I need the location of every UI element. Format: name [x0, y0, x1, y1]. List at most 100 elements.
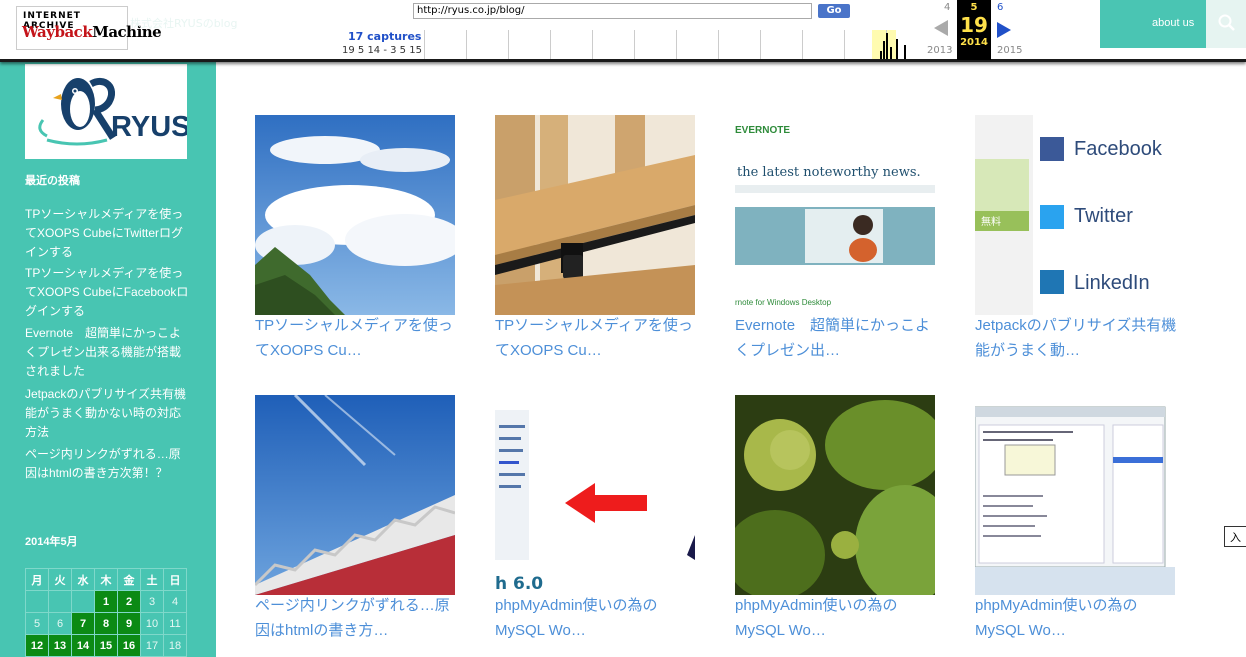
svg-text:EVERNOTE: EVERNOTE	[735, 125, 790, 136]
calendar-day: 3	[140, 590, 164, 613]
post-thumbnail-evernote[interactable]: EVERNOTE the latest noteworthy news. rno…	[735, 115, 935, 315]
calendar-day-link[interactable]: 14	[71, 634, 95, 657]
calendar-day	[48, 590, 72, 613]
recent-post-link[interactable]: ページ内リンクがずれる…原因はhtmlの書き方次第！？	[25, 445, 190, 483]
calendar: 月火水木金土日 1 2 3 4 5 6 7 8 9 10 11 12 13 14 15 16 17 18	[25, 568, 187, 657]
site-logo[interactable]: RYUS	[25, 64, 191, 159]
calendar-day-link[interactable]: 2	[117, 590, 141, 613]
wayback-next-month[interactable]: 6	[997, 2, 1003, 13]
wayback-url-input[interactable]: http://ryus.co.jp/blog/	[413, 3, 812, 19]
calendar-day-link[interactable]: 9	[117, 612, 141, 635]
sparkline-divider	[550, 30, 551, 59]
post-title-link[interactable]: phpMyAdmin使いの為のMySQL Wo…	[975, 593, 1180, 643]
calendar-weekday: 火	[48, 568, 72, 591]
calendar-day: 10	[140, 612, 164, 635]
wayback-current-year: 2014	[960, 37, 988, 48]
calendar-day: 18	[163, 634, 187, 657]
wayback-toolbar: INTERNET ARCHIVE WaybackMachine http://r…	[0, 0, 1246, 62]
calendar-day-link[interactable]: 1	[94, 590, 118, 613]
sparkline-bar	[883, 41, 885, 59]
wayback-prev-arrow-icon[interactable]	[934, 20, 948, 36]
wayback-current-day: 19	[960, 13, 988, 37]
post-thumbnail-fruit[interactable]	[735, 395, 935, 595]
sparkline-divider	[676, 30, 677, 59]
calendar-day: 4	[163, 590, 187, 613]
svg-text:無料: 無料	[981, 215, 1001, 228]
sparkline-divider	[844, 30, 845, 59]
svg-text:the latest noteworthy news.: the latest noteworthy news.	[737, 165, 921, 180]
calendar-day-link[interactable]: 16	[117, 634, 141, 657]
post-title-link[interactable]: ページ内リンクがずれる…原因はhtmlの書き方…	[255, 593, 460, 643]
svg-text:rnote for Windows Desktop: rnote for Windows Desktop	[735, 298, 832, 307]
wayback-current-capture: 5 19 2014	[957, 0, 991, 60]
calendar-weekday: 日	[163, 568, 187, 591]
side-tab-button[interactable]: 入	[1224, 526, 1246, 547]
wayback-next-arrow-icon[interactable]	[997, 22, 1011, 38]
sparkline-divider	[508, 30, 509, 59]
sparkline-divider	[760, 30, 761, 59]
post-title-link[interactable]: TPソーシャルメディアを使ってXOOPS Cu…	[495, 313, 700, 363]
post-thumbnail-red-arrow[interactable]: h 6.0	[495, 395, 695, 595]
wayback-logo[interactable]: INTERNET ARCHIVE WaybackMachine	[16, 6, 162, 50]
post-thumbnail-wood-beam[interactable]	[495, 115, 695, 315]
calendar-day-link[interactable]: 12	[25, 634, 49, 657]
site-name[interactable]: 株式会社RYUSのblog	[130, 15, 237, 31]
recent-post-link[interactable]: Jetpackのパブリサイズ共有機能がうまく動かない時の対応方法	[25, 385, 190, 442]
sparkline-divider	[718, 30, 719, 59]
sparkline-divider	[424, 30, 425, 59]
wayback-current-month: 5	[970, 2, 978, 13]
post-title-link[interactable]: phpMyAdmin使いの為のMySQL Wo…	[495, 593, 700, 643]
svg-text:Twitter: Twitter	[1074, 205, 1133, 227]
post-title-link[interactable]: TPソーシャルメディアを使ってXOOPS Cu…	[255, 313, 460, 363]
calendar-day-link[interactable]: 8	[94, 612, 118, 635]
recent-post-link[interactable]: Evernote 超簡単にかっこよくプレゼン出来る機能が搭載されました	[25, 324, 190, 381]
about-us-label: about us	[1152, 17, 1195, 29]
about-us-link[interactable]: about us	[1100, 0, 1206, 48]
calendar-day-link[interactable]: 15	[94, 634, 118, 657]
sparkline-bar	[904, 45, 906, 59]
sparkline-bar	[896, 39, 898, 59]
recent-post-link[interactable]: TPソーシャルメディアを使ってXOOPS CubeにFacebookログインする	[25, 264, 190, 321]
wayback-prev-month[interactable]: 4	[944, 2, 950, 13]
search-button[interactable]	[1206, 0, 1246, 48]
sparkline-divider	[634, 30, 635, 59]
wayback-capture-range: 19 5 14 - 3 5 15	[342, 45, 422, 56]
post-title-link[interactable]: phpMyAdmin使いの為のMySQL Wo…	[735, 593, 940, 643]
recent-post-link[interactable]: TPソーシャルメディアを使ってXOOPS CubeにTwitterログインする	[25, 205, 190, 262]
calendar-day: 17	[140, 634, 164, 657]
sparkline-divider	[466, 30, 467, 59]
calendar-day: 11	[163, 612, 187, 635]
sparkline-bar	[880, 51, 882, 59]
calendar-day	[25, 590, 49, 613]
recent-posts-heading: 最近の投稿	[25, 175, 80, 187]
calendar-day-link[interactable]: 13	[48, 634, 72, 657]
svg-text:Facebook: Facebook	[1074, 138, 1163, 160]
post-thumbnail-stadium[interactable]	[255, 395, 455, 595]
wayback-captures-link[interactable]: 17 captures	[348, 30, 421, 43]
calendar-weekday: 木	[94, 568, 118, 591]
site-logo-text: RYUS	[111, 111, 187, 143]
sidebar: RYUS 最近の投稿 TPソーシャルメディアを使ってXOOPS CubeにTwi…	[0, 62, 216, 657]
post-thumbnail-social[interactable]: 無料 Facebook Twitter LinkedIn	[975, 115, 1175, 315]
wayback-go-button[interactable]: Go	[818, 4, 850, 18]
post-title-link[interactable]: Jetpackのパブリサイズ共有機能がうまく動…	[975, 313, 1180, 363]
calendar-day: 5	[25, 612, 49, 635]
svg-text:h 6.0: h 6.0	[495, 574, 543, 594]
post-thumbnail-sky[interactable]	[255, 115, 455, 315]
calendar-weekday: 水	[71, 568, 95, 591]
wayback-sparkline[interactable]	[420, 30, 924, 59]
search-icon	[1218, 14, 1235, 31]
post-title-link[interactable]: Evernote 超簡単にかっこよくプレゼン出…	[735, 313, 940, 363]
wayback-prev-year[interactable]: 2013	[927, 45, 952, 56]
wayback-next-year[interactable]: 2015	[997, 45, 1022, 56]
calendar-day	[71, 590, 95, 613]
sparkline-bar	[890, 47, 892, 59]
calendar-weekday: 月	[25, 568, 49, 591]
calendar-day-link[interactable]: 7	[71, 612, 95, 635]
calendar-weekday: 金	[117, 568, 141, 591]
penguin-logo-icon: RYUS	[38, 77, 191, 146]
calendar-heading: 2014年5月	[25, 536, 78, 548]
svg-text:LinkedIn: LinkedIn	[1074, 272, 1150, 294]
sparkline-bar	[886, 33, 888, 59]
post-thumbnail-workbench[interactable]	[975, 395, 1175, 595]
